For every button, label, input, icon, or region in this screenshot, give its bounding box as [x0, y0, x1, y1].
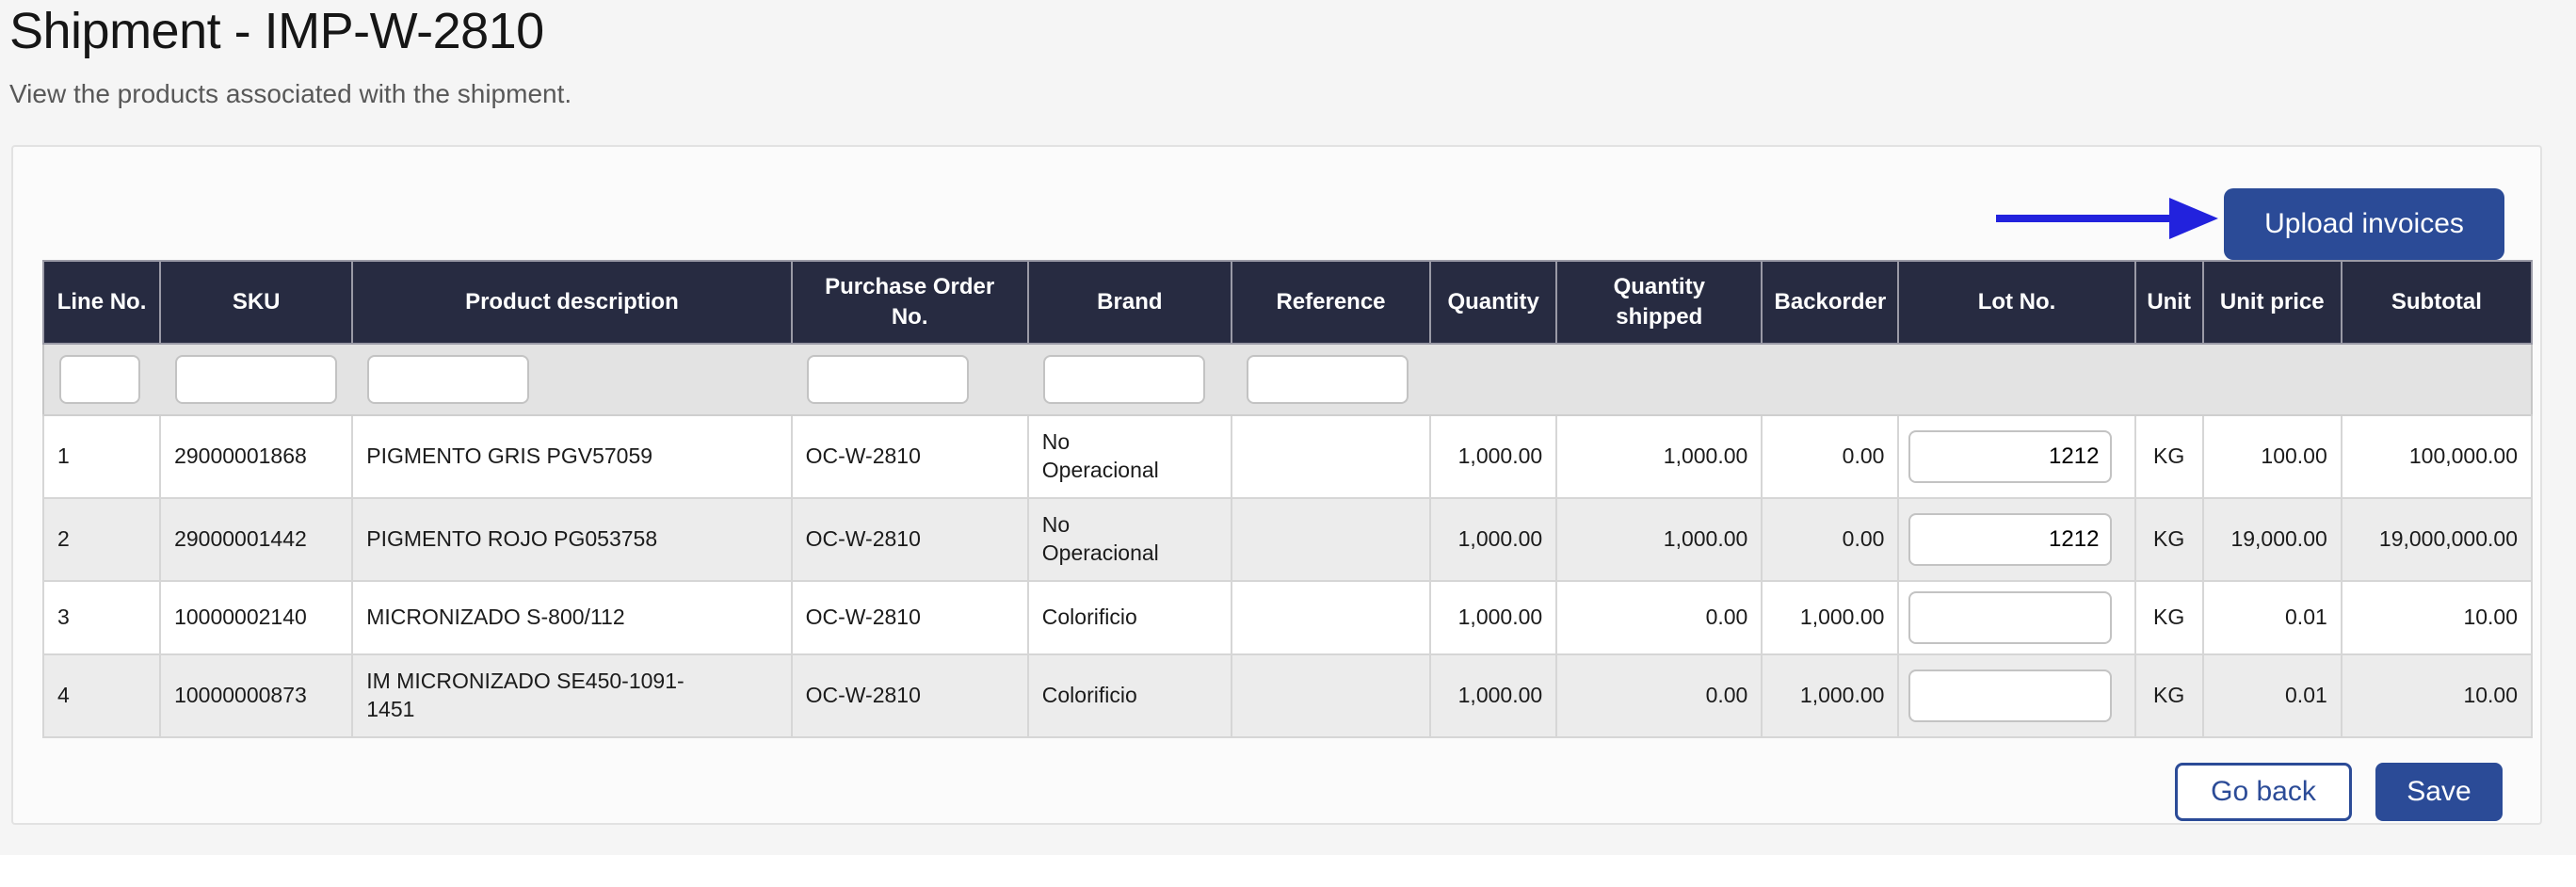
annotation-arrow-icon	[1985, 190, 2226, 247]
cell-quantity-shipped: 1,000.00	[1556, 415, 1762, 498]
filter-input-product-description[interactable]	[367, 355, 529, 404]
table-row: 3 10000002140 MICRONIZADO S-800/112 OC-W…	[43, 581, 2532, 654]
cell-backorder: 0.00	[1762, 415, 1898, 498]
header-quantity-shipped: Quantity shipped	[1556, 261, 1762, 344]
cell-backorder: 1,000.00	[1762, 581, 1898, 654]
cell-unit-price: 100.00	[2203, 415, 2342, 498]
cell-unit: KG	[2135, 498, 2203, 581]
filter-input-purchase-order-no[interactable]	[807, 355, 969, 404]
header-reference: Reference	[1232, 261, 1430, 344]
cell-purchase-order-no: OC-W-2810	[792, 581, 1028, 654]
header-sku: SKU	[160, 261, 352, 344]
header-line-no: Line No.	[43, 261, 160, 344]
cell-unit: KG	[2135, 581, 2203, 654]
cell-unit: KG	[2135, 415, 2203, 498]
cell-reference	[1232, 415, 1430, 498]
page-title: Shipment - IMP-W-2810	[9, 2, 544, 60]
lot-no-input[interactable]	[1908, 430, 2112, 483]
cell-line-no: 2	[43, 498, 160, 581]
cell-line-no: 3	[43, 581, 160, 654]
header-unit-price: Unit price	[2203, 261, 2342, 344]
cell-sku: 10000002140	[160, 581, 352, 654]
cell-subtotal: 19,000,000.00	[2342, 498, 2532, 581]
filter-input-sku[interactable]	[175, 355, 337, 404]
cell-unit-price: 19,000.00	[2203, 498, 2342, 581]
table-header-row: Line No. SKU Product description Purchas…	[43, 261, 2532, 344]
cell-quantity: 1,000.00	[1430, 415, 1556, 498]
cell-quantity: 1,000.00	[1430, 498, 1556, 581]
cell-brand: Colorificio	[1028, 654, 1232, 737]
go-back-button[interactable]: Go back	[2175, 763, 2352, 821]
lot-no-input[interactable]	[1908, 591, 2112, 644]
cell-sku: 10000000873	[160, 654, 352, 737]
shipment-page: Shipment - IMP-W-2810 View the products …	[0, 0, 2576, 887]
filter-input-brand[interactable]	[1043, 355, 1205, 404]
header-purchase-order-no: Purchase Order No.	[792, 261, 1028, 344]
header-backorder: Backorder	[1762, 261, 1898, 344]
header-subtotal: Subtotal	[2342, 261, 2532, 344]
cell-purchase-order-no: OC-W-2810	[792, 415, 1028, 498]
cell-purchase-order-no: OC-W-2810	[792, 654, 1028, 737]
header-brand: Brand	[1028, 261, 1232, 344]
products-table: Line No. SKU Product description Purchas…	[42, 260, 2533, 738]
cell-backorder: 0.00	[1762, 498, 1898, 581]
cell-product-description: IM MICRONIZADO SE450-1091-1451	[352, 654, 791, 737]
cell-reference	[1232, 581, 1430, 654]
cell-quantity: 1,000.00	[1430, 654, 1556, 737]
lot-no-input[interactable]	[1908, 513, 2112, 566]
cell-backorder: 1,000.00	[1762, 654, 1898, 737]
cell-unit-price: 0.01	[2203, 654, 2342, 737]
cell-product-description: PIGMENTO GRIS PGV57059	[352, 415, 791, 498]
lot-no-input[interactable]	[1908, 669, 2112, 722]
cell-unit: KG	[2135, 654, 2203, 737]
cell-purchase-order-no: OC-W-2810	[792, 498, 1028, 581]
table-row: 1 29000001868 PIGMENTO GRIS PGV57059 OC-…	[43, 415, 2532, 498]
table-row: 2 29000001442 PIGMENTO ROJO PG053758 OC-…	[43, 498, 2532, 581]
cell-quantity: 1,000.00	[1430, 581, 1556, 654]
cell-sku: 29000001442	[160, 498, 352, 581]
cell-brand: No Operacional	[1028, 415, 1232, 498]
header-quantity: Quantity	[1430, 261, 1556, 344]
page-subtitle: View the products associated with the sh…	[9, 79, 572, 109]
header-product-description: Product description	[352, 261, 791, 344]
cell-product-description: PIGMENTO ROJO PG053758	[352, 498, 791, 581]
cell-unit-price: 0.01	[2203, 581, 2342, 654]
cell-brand: No Operacional	[1028, 498, 1232, 581]
cell-reference	[1232, 498, 1430, 581]
save-button[interactable]: Save	[2375, 763, 2503, 821]
cell-quantity-shipped: 1,000.00	[1556, 498, 1762, 581]
header-lot-no: Lot No.	[1898, 261, 2134, 344]
table-row: 4 10000000873 IM MICRONIZADO SE450-1091-…	[43, 654, 2532, 737]
cell-quantity-shipped: 0.00	[1556, 581, 1762, 654]
cell-sku: 29000001868	[160, 415, 352, 498]
header-unit: Unit	[2135, 261, 2203, 344]
cell-line-no: 4	[43, 654, 160, 737]
cell-line-no: 1	[43, 415, 160, 498]
cell-subtotal: 100,000.00	[2342, 415, 2532, 498]
cell-subtotal: 10.00	[2342, 654, 2532, 737]
filter-row	[43, 344, 2532, 415]
upload-invoices-button[interactable]: Upload invoices	[2224, 188, 2504, 260]
cell-brand: Colorificio	[1028, 581, 1232, 654]
cell-product-description: MICRONIZADO S-800/112	[352, 581, 791, 654]
cell-subtotal: 10.00	[2342, 581, 2532, 654]
filter-input-line-no[interactable]	[59, 355, 140, 404]
cell-reference	[1232, 654, 1430, 737]
cell-quantity-shipped: 0.00	[1556, 654, 1762, 737]
filter-input-reference[interactable]	[1247, 355, 1409, 404]
